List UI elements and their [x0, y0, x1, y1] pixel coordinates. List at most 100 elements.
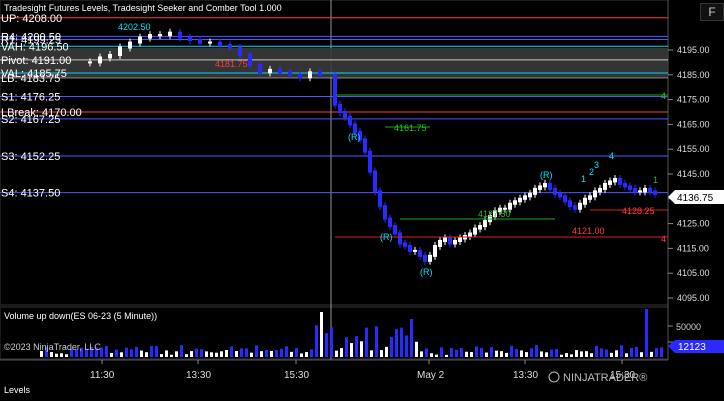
red-mid-label: 4128.25	[622, 206, 655, 216]
candle-body	[228, 44, 232, 49]
candle-body	[603, 182, 607, 190]
price-chart[interactable]: Tradesight Futures Levels, Tradesight Se…	[0, 0, 724, 401]
volume-bar	[205, 351, 208, 357]
volume-bar	[140, 350, 143, 357]
volume-bar	[125, 347, 128, 357]
volume-bar	[400, 327, 403, 357]
volume-bar	[500, 351, 503, 357]
copyright: ©2023 NinjaTrader, LLC	[4, 342, 101, 352]
volume-bar	[465, 351, 468, 357]
volume-bar	[325, 333, 328, 357]
candle-body	[278, 68, 282, 74]
red-count-low: 4	[661, 234, 666, 244]
volume-bar	[55, 353, 58, 357]
candle-body	[533, 187, 537, 195]
price-tick-label: 4115.00	[677, 243, 709, 253]
level-label: S1: 4176.25	[1, 92, 60, 104]
price-tick-label: 4095.00	[677, 293, 710, 303]
volume-bar	[660, 347, 663, 357]
volume-bar	[155, 346, 158, 357]
tab-levels[interactable]: Levels	[4, 385, 30, 395]
candle-body	[168, 31, 172, 37]
volume-bar	[460, 348, 463, 357]
candle-body	[348, 115, 352, 126]
volume-bar	[110, 352, 113, 357]
volume-tick-50000: 50000	[676, 322, 701, 332]
volume-bar	[515, 348, 518, 357]
volume-bar	[420, 351, 423, 357]
volume-bar	[625, 353, 628, 357]
candle-body	[468, 232, 472, 237]
price-tick-label: 4125.00	[677, 219, 710, 229]
candle-body	[338, 103, 342, 113]
volume-bar	[520, 350, 523, 357]
candle-body	[583, 197, 587, 205]
count-label-4: 4	[609, 151, 614, 161]
volume-bar	[230, 346, 233, 357]
count-label-3: 3	[594, 160, 599, 170]
volume-bar	[450, 347, 453, 357]
volume-bar	[365, 327, 368, 357]
time-tick-label: 15:30	[284, 370, 309, 381]
panel-toggle-button[interactable]: F	[700, 3, 724, 21]
r-marker-2: (R)	[380, 232, 393, 242]
level-label: Pivot: 4191.00	[1, 55, 71, 67]
candle-body	[118, 46, 122, 56]
candle-body	[628, 185, 632, 190]
price-tick-label: 4155.00	[677, 144, 710, 154]
candle-body	[543, 182, 547, 188]
level-label: R1: 4199.25	[1, 34, 61, 46]
candle-body	[638, 190, 642, 193]
volume-bar	[505, 352, 508, 357]
level-label: UP: 4208.00	[1, 13, 62, 25]
volume-bar	[170, 354, 173, 357]
volume-bar	[195, 348, 198, 357]
volume-bar	[530, 348, 533, 357]
volume-bar	[270, 350, 273, 357]
volume-bar	[575, 350, 578, 357]
candle-body	[393, 225, 397, 235]
candle-body	[333, 73, 337, 106]
volume-bar	[610, 352, 613, 357]
volume-bar	[285, 346, 288, 357]
volume-bar	[630, 347, 633, 357]
volume-bar	[535, 345, 538, 357]
volume-bar	[220, 351, 223, 357]
candle-body	[473, 227, 477, 235]
ninjatrader-logo: NINJATRADER®	[548, 371, 647, 384]
candle-body	[268, 68, 272, 74]
candle-body	[453, 239, 457, 245]
volume-bar	[275, 349, 278, 357]
candle-body	[368, 150, 372, 173]
volume-bar	[135, 346, 138, 357]
candle-body	[558, 192, 562, 198]
candle-body	[448, 237, 452, 245]
candle-body	[623, 182, 627, 188]
volume-bar	[245, 348, 248, 357]
candle-body	[573, 205, 577, 210]
volume-bar	[445, 354, 448, 357]
volume-bar	[640, 352, 643, 357]
volume-bar	[130, 349, 133, 357]
candle-body	[158, 34, 162, 37]
volume-bar	[510, 345, 513, 357]
candle-body	[418, 249, 422, 257]
volume-bar	[390, 337, 393, 357]
candle-body	[388, 217, 392, 228]
candle-body	[413, 249, 417, 252]
volume-bar	[350, 343, 353, 357]
candle-body	[433, 244, 437, 257]
candle-body	[613, 177, 617, 183]
r-marker-4: (R)	[540, 170, 553, 180]
candle-body	[478, 225, 482, 230]
candle-body	[593, 190, 597, 198]
candle-body	[538, 185, 542, 190]
volume-bar	[485, 352, 488, 357]
volume-bar	[225, 350, 228, 357]
volume-bar	[565, 353, 568, 357]
time-tick-label: 11:30	[90, 370, 115, 381]
time-axis: 11:30 13:30 15:30 May 2 13:30 15:30	[90, 360, 635, 381]
volume-bar	[435, 354, 438, 357]
volume-bar	[475, 346, 478, 357]
volume-bar	[50, 351, 53, 357]
